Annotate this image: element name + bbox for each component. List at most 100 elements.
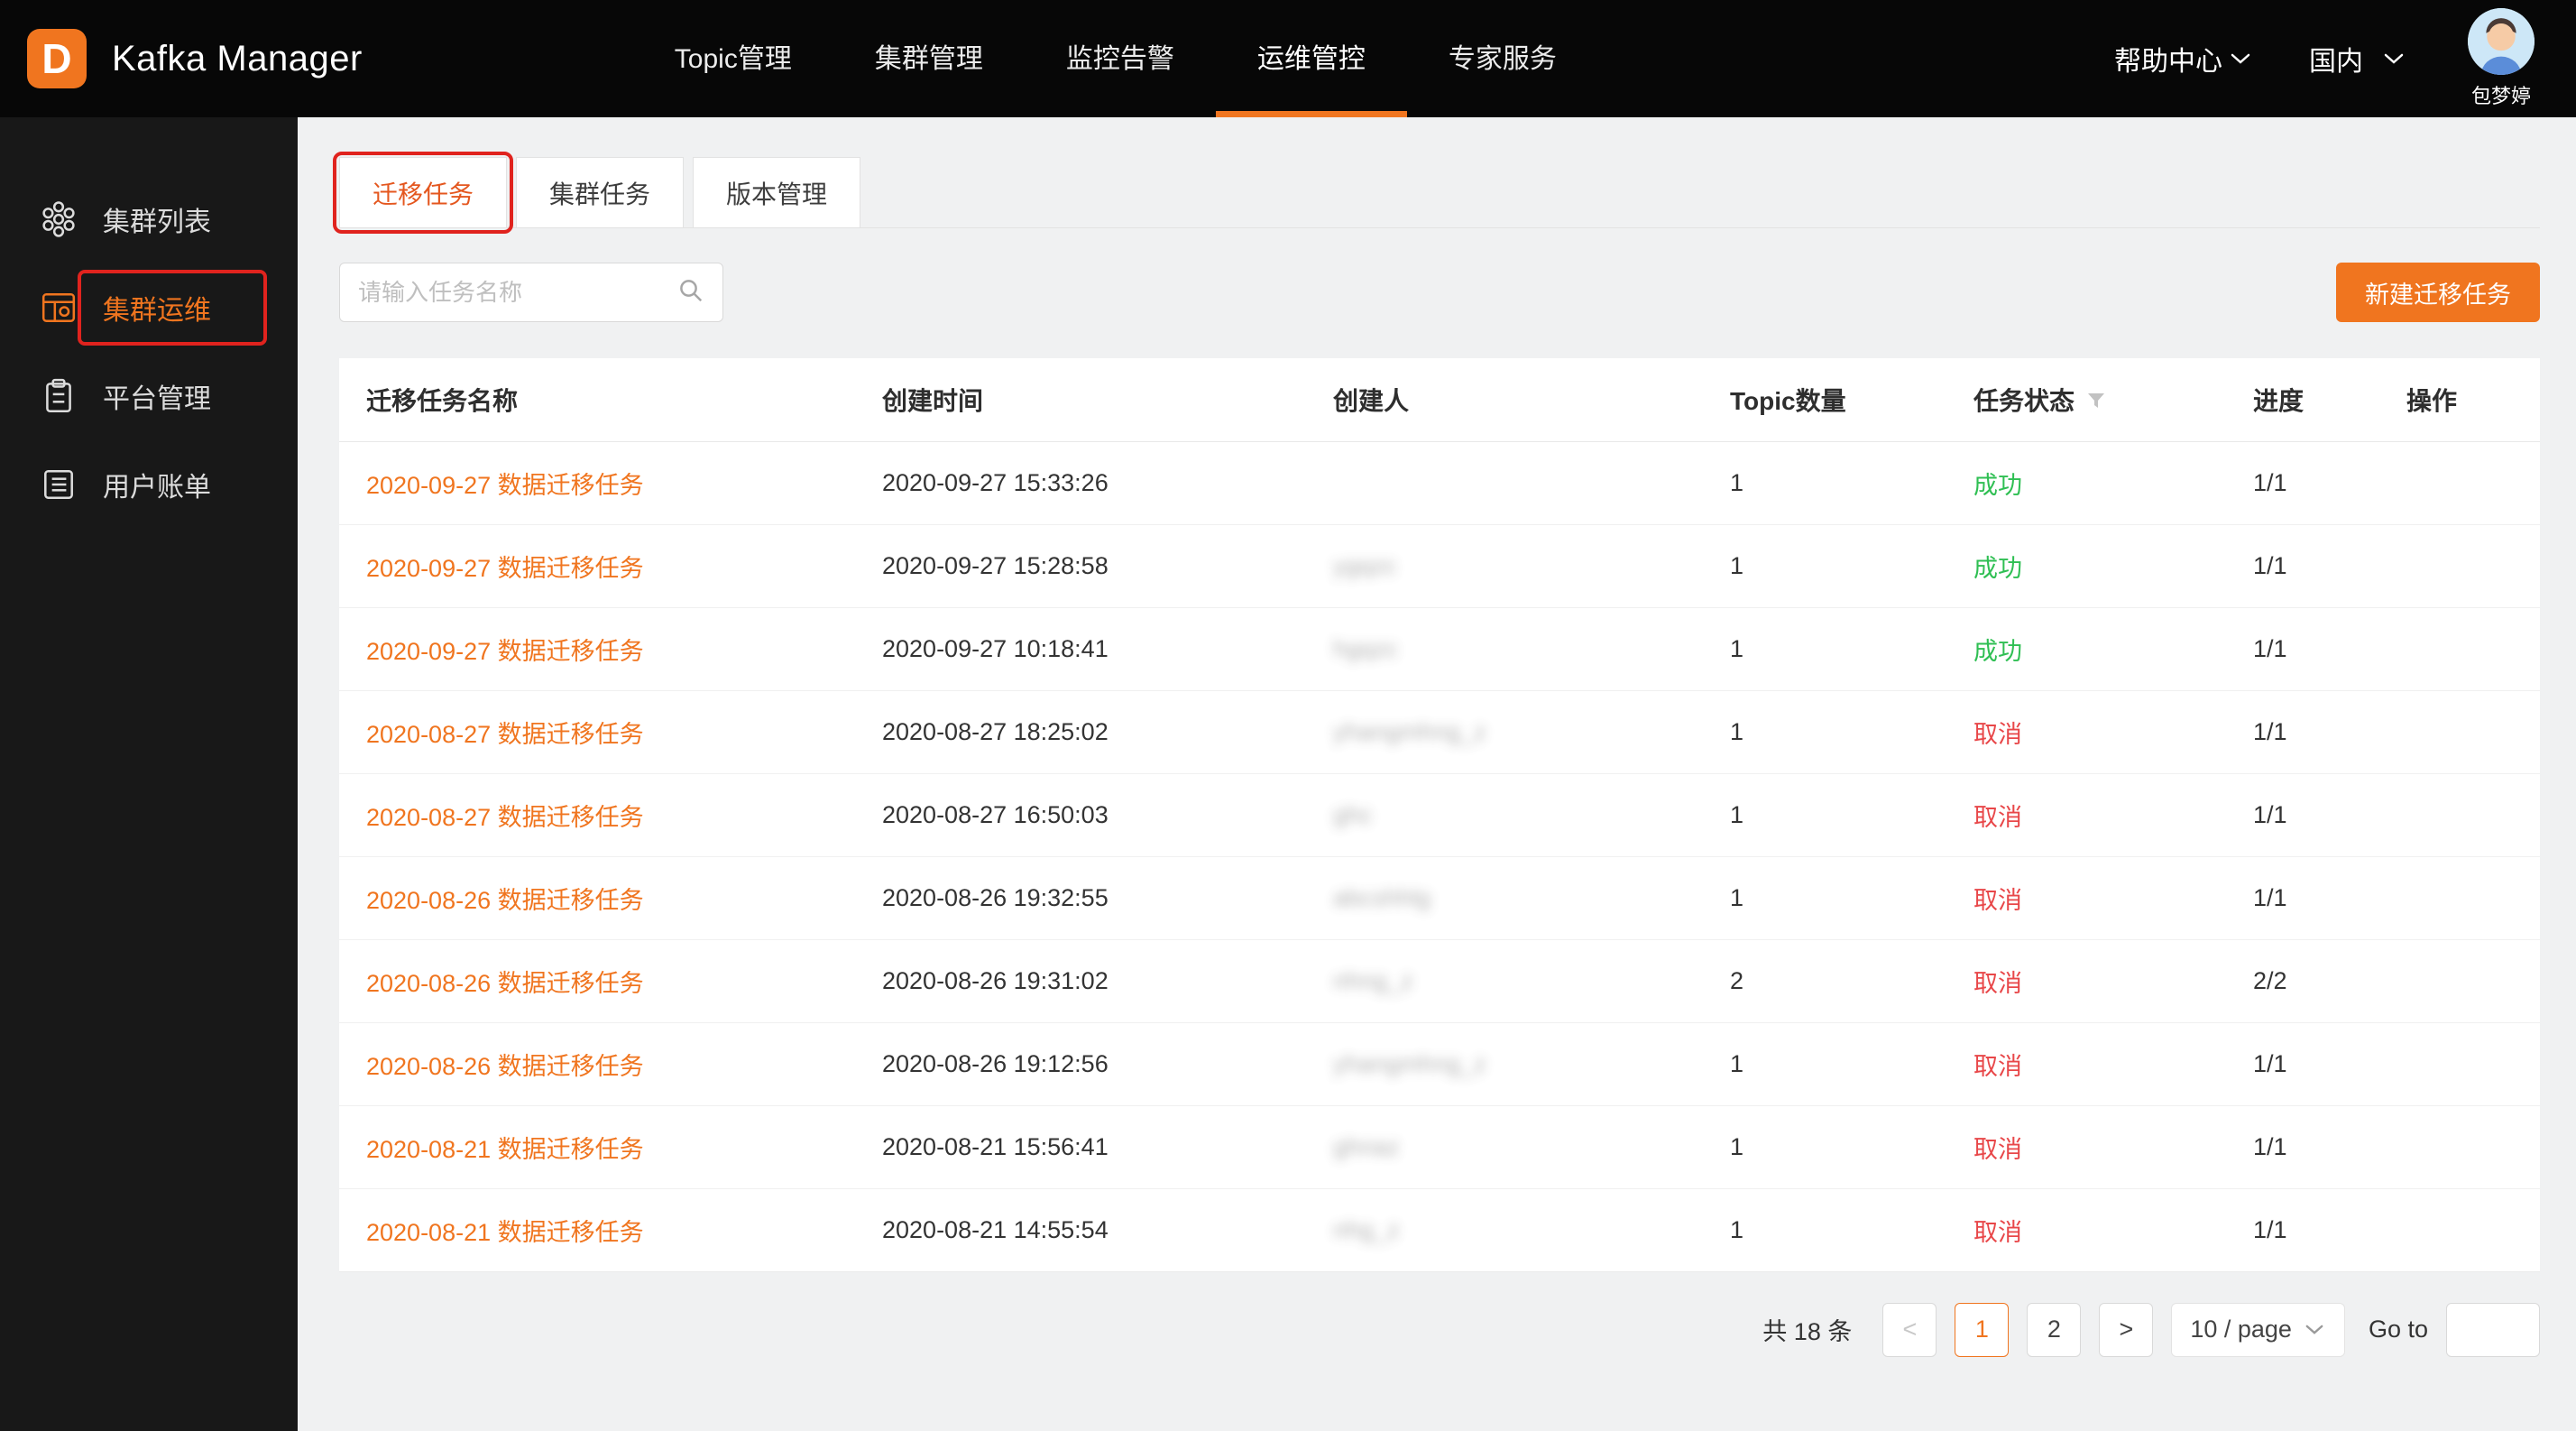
sidebar-item-cluster-ops[interactable]: 集群运维 <box>0 263 298 352</box>
tab-migration-tasks[interactable]: 迁移任务 <box>339 157 507 227</box>
cell-operations <box>2396 773 2540 856</box>
goto-page-input[interactable] <box>2446 1303 2540 1357</box>
cell-status: 取消 <box>1963 1105 2242 1188</box>
cell-topics: 1 <box>1719 1105 1963 1188</box>
prev-page-button[interactable]: < <box>1882 1303 1937 1357</box>
cell-created: 2020-08-26 19:32:55 <box>871 856 1322 939</box>
main-content: 迁移任务 集群任务 版本管理 <box>298 117 2576 1431</box>
task-name-link[interactable]: 2020-08-21 数据迁移任务 <box>366 1136 644 1163</box>
page-size-value: 10 / page <box>2190 1316 2292 1343</box>
col-created-time: 创建时间 <box>871 358 1322 441</box>
user-menu[interactable]: 包梦婷 <box>2468 8 2535 109</box>
cell-created: 2020-08-27 16:50:03 <box>871 773 1322 856</box>
search-icon[interactable] <box>677 277 704 309</box>
region-menu[interactable]: 国内 <box>2309 39 2405 78</box>
cell-topics: 1 <box>1719 607 1963 690</box>
search-input[interactable] <box>358 279 677 307</box>
cell-progress: 1/1 <box>2242 1188 2396 1271</box>
cell-progress: 1/1 <box>2242 773 2396 856</box>
cell-topics: 2 <box>1719 939 1963 1022</box>
page-size-select[interactable]: 10 / page <box>2171 1303 2345 1357</box>
nav-cluster-manage[interactable]: 集群管理 <box>833 0 1025 117</box>
task-name-link[interactable]: 2020-09-27 数据迁移任务 <box>366 555 644 582</box>
sidebar-item-label: 集群列表 <box>101 196 213 243</box>
cell-status: 成功 <box>1963 524 2242 607</box>
table-row: 2020-08-26 数据迁移任务 2020-08-26 19:12:56 yh… <box>339 1022 2540 1105</box>
task-name-link[interactable]: 2020-08-26 数据迁移任务 <box>366 1053 644 1080</box>
cell-operations <box>2396 939 2540 1022</box>
tab-cluster-tasks[interactable]: 集群任务 <box>516 157 684 227</box>
chevron-down-icon <box>2383 52 2405 65</box>
nav-ops-control[interactable]: 运维管控 <box>1216 0 1407 117</box>
cell-creator-redacted: yhangmhng_z <box>1333 1050 1486 1077</box>
cell-creator-redacted: yhangmhng_z <box>1333 718 1486 745</box>
tab-bar: 迁移任务 集群任务 版本管理 <box>339 157 2540 228</box>
app-title: Kafka Manager <box>112 39 363 79</box>
cell-progress: 1/1 <box>2242 1105 2396 1188</box>
cell-status: 取消 <box>1963 939 2242 1022</box>
create-migration-task-button[interactable]: 新建迁移任务 <box>2336 263 2540 322</box>
migration-task-table: 迁移任务名称 创建时间 创建人 Topic数量 任务状态 <box>339 358 2540 1272</box>
cell-operations <box>2396 690 2540 773</box>
page-button-2[interactable]: 2 <box>2027 1303 2081 1357</box>
chevron-down-icon <box>2230 52 2251 65</box>
cell-status: 取消 <box>1963 1022 2242 1105</box>
cell-progress: 1/1 <box>2242 524 2396 607</box>
cell-status: 成功 <box>1963 441 2242 524</box>
nav-monitor-alert[interactable]: 监控告警 <box>1025 0 1216 117</box>
cell-created: 2020-08-21 15:56:41 <box>871 1105 1322 1188</box>
table-row: 2020-08-21 数据迁移任务 2020-08-21 14:55:54 nh… <box>339 1188 2540 1271</box>
page-button-1[interactable]: 1 <box>1955 1303 2009 1357</box>
goto-label: Go to <box>2369 1316 2428 1343</box>
cell-status: 取消 <box>1963 1188 2242 1271</box>
cell-created: 2020-08-21 14:55:54 <box>871 1188 1322 1271</box>
task-name-link[interactable]: 2020-08-26 数据迁移任务 <box>366 970 644 997</box>
cell-created: 2020-09-27 15:28:58 <box>871 524 1322 607</box>
sidebar-item-label: 平台管理 <box>101 373 213 420</box>
cell-creator-redacted: hgqzc <box>1333 635 1398 662</box>
task-name-link[interactable]: 2020-09-27 数据迁移任务 <box>366 638 644 665</box>
region-label: 国内 <box>2309 39 2363 78</box>
sidebar: 集群列表 集群运维 <box>0 117 298 1431</box>
sidebar-item-text: 集群运维 <box>103 296 211 326</box>
col-operations: 操作 <box>2396 358 2540 441</box>
top-nav: Topic管理 集群管理 监控告警 运维管控 专家服务 <box>633 0 1598 117</box>
nav-topic-manage[interactable]: Topic管理 <box>633 0 833 117</box>
search-box[interactable] <box>339 263 723 322</box>
task-name-link[interactable]: 2020-09-27 数据迁移任务 <box>366 472 644 499</box>
kafka-manager-screen: D Kafka Manager Topic管理 集群管理 监控告警 运维管控 专… <box>0 0 2576 1431</box>
sidebar-item-cluster-list[interactable]: 集群列表 <box>0 175 298 263</box>
next-page-button[interactable]: > <box>2099 1303 2153 1357</box>
table-row: 2020-09-27 数据迁移任务 2020-09-27 10:18:41 hg… <box>339 607 2540 690</box>
cell-status: 取消 <box>1963 690 2242 773</box>
task-name-link[interactable]: 2020-08-27 数据迁移任务 <box>366 804 644 831</box>
table-row: 2020-08-21 数据迁移任务 2020-08-21 15:56:41 gh… <box>339 1105 2540 1188</box>
task-name-link[interactable]: 2020-08-27 数据迁移任务 <box>366 721 644 748</box>
table-row: 2020-08-26 数据迁移任务 2020-08-26 19:31:02 nh… <box>339 939 2540 1022</box>
sidebar-item-user-billing[interactable]: 用户账单 <box>0 440 298 529</box>
toolbar: 新建迁移任务 <box>339 263 2540 322</box>
pagination: 共 18 条 < 1 2 > 10 / page Go to <box>339 1303 2540 1357</box>
chevron-down-icon <box>2305 1324 2326 1336</box>
filter-icon[interactable] <box>2085 389 2107 411</box>
cell-creator-redacted: ghc <box>1333 801 1373 828</box>
help-center-menu[interactable]: 帮助中心 <box>2114 39 2251 78</box>
task-name-link[interactable]: 2020-08-26 数据迁移任务 <box>366 887 644 914</box>
cell-operations <box>2396 1188 2540 1271</box>
sidebar-item-platform-manage[interactable]: 平台管理 <box>0 352 298 440</box>
app-logo-icon[interactable]: D <box>27 29 87 88</box>
avatar[interactable] <box>2468 8 2535 75</box>
user-billing-icon <box>40 466 78 503</box>
cell-operations <box>2396 1105 2540 1188</box>
cell-creator-redacted: abcshhlg <box>1333 884 1431 911</box>
cell-created: 2020-08-26 19:31:02 <box>871 939 1322 1022</box>
cell-topics: 1 <box>1719 773 1963 856</box>
task-name-link[interactable]: 2020-08-21 数据迁移任务 <box>366 1219 644 1246</box>
cell-topics: 1 <box>1719 690 1963 773</box>
cell-creator-redacted: ygqzc <box>1333 552 1397 579</box>
nav-expert-service[interactable]: 专家服务 <box>1407 0 1598 117</box>
cell-progress: 2/2 <box>2242 939 2396 1022</box>
tab-version-manage[interactable]: 版本管理 <box>693 157 860 227</box>
help-center-label: 帮助中心 <box>2114 39 2222 78</box>
col-task-status-label: 任务状态 <box>1973 382 2075 418</box>
